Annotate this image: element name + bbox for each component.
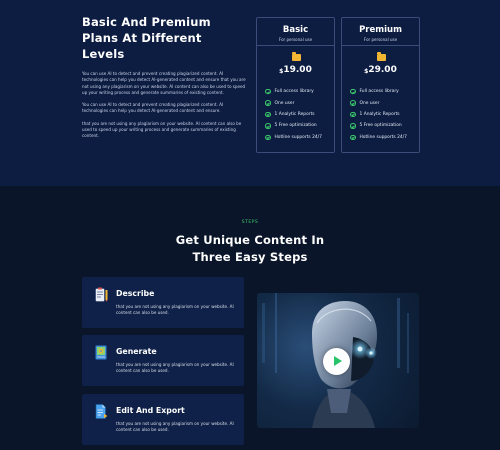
check-circle-icon [350, 123, 356, 129]
feature-item: Full access library [350, 86, 407, 97]
check-circle-icon [350, 100, 356, 106]
step-description: that you are not using any plagiarism on… [116, 362, 234, 374]
plan-divider [342, 45, 419, 46]
pricing-section: Basic And Premium Plans At Different Lev… [0, 0, 500, 186]
check-circle-icon [350, 111, 356, 118]
pricing-title: Basic And Premium Plans At Different Lev… [82, 15, 211, 61]
pricing-paragraph: You can use AI to detect and prevent cre… [82, 71, 246, 95]
folder-icon [292, 52, 301, 61]
step-title: Edit And Export [116, 406, 185, 415]
step-title: Describe [116, 289, 155, 298]
pricing-paragraph: You can use AI to detect and prevent cre… [82, 102, 224, 114]
check-circle-icon [265, 123, 271, 129]
feature-list: Full access library One user 1 Analytic … [350, 86, 407, 143]
steps-title: Get Unique Content In Three Easy Steps [175, 233, 325, 264]
step-description: that you are not using any plagiarism on… [116, 304, 234, 316]
play-button[interactable] [323, 348, 350, 375]
feature-item: One user [265, 97, 322, 108]
feature-item: 1 Analytic Reports [350, 109, 407, 120]
step-card-generate[interactable]: Generate that you are not using any plag… [82, 335, 244, 386]
pricing-paragraph: that you are not using any plagiarism on… [82, 120, 242, 139]
plan-card-basic[interactable]: Basic For personal use $19.00 Full acces… [256, 17, 335, 153]
feature-item: 5 Free optimization [350, 120, 407, 131]
folder-icon [377, 52, 386, 61]
step-description: that you are not using any plagiarism on… [116, 421, 234, 433]
step-title: Generate [116, 347, 157, 356]
document-export-icon [95, 404, 108, 419]
plan-name: Premium [359, 25, 402, 35]
steps-section: STEPS Get Unique Content In Three Easy St… [0, 186, 500, 450]
steps-eyebrow: STEPS [241, 220, 259, 225]
plan-divider [257, 45, 334, 46]
plan-card-premium[interactable]: Premium For personal use $29.00 Full acc… [341, 17, 420, 153]
step-card-describe[interactable]: Describe that you are not using any plag… [82, 277, 244, 328]
plan-price: $29.00 [364, 65, 397, 75]
feature-list: Full access library One user 1 Analytic … [265, 86, 322, 143]
step-card-edit-export[interactable]: Edit And Export that you are not using a… [82, 394, 244, 445]
check-circle-icon [265, 88, 271, 95]
plan-price: $19.00 [279, 65, 312, 75]
pricing-intro: Basic And Premium Plans At Different Lev… [82, 14, 247, 140]
check-circle-icon [265, 134, 271, 140]
feature-item: Hotline supports 24/7 [350, 132, 407, 143]
feature-item: One user [350, 97, 407, 108]
check-circle-icon [265, 100, 271, 106]
feature-item: Full access library [265, 86, 322, 97]
check-circle-icon [350, 88, 356, 95]
feature-item: 5 Free optimization [265, 120, 322, 131]
plan-subtitle: For personal use [278, 37, 313, 42]
feature-item: Hotline supports 24/7 [265, 132, 322, 143]
check-circle-icon [265, 111, 271, 118]
ai-gear-document-icon [95, 345, 107, 360]
plan-subtitle: For personal use [363, 37, 398, 42]
clipboard-pencil-icon [95, 287, 108, 302]
robot-video-thumbnail[interactable] [257, 293, 419, 428]
plan-name: Basic [282, 25, 309, 35]
feature-item: 1 Analytic Reports [265, 109, 322, 120]
check-circle-icon [350, 134, 356, 140]
